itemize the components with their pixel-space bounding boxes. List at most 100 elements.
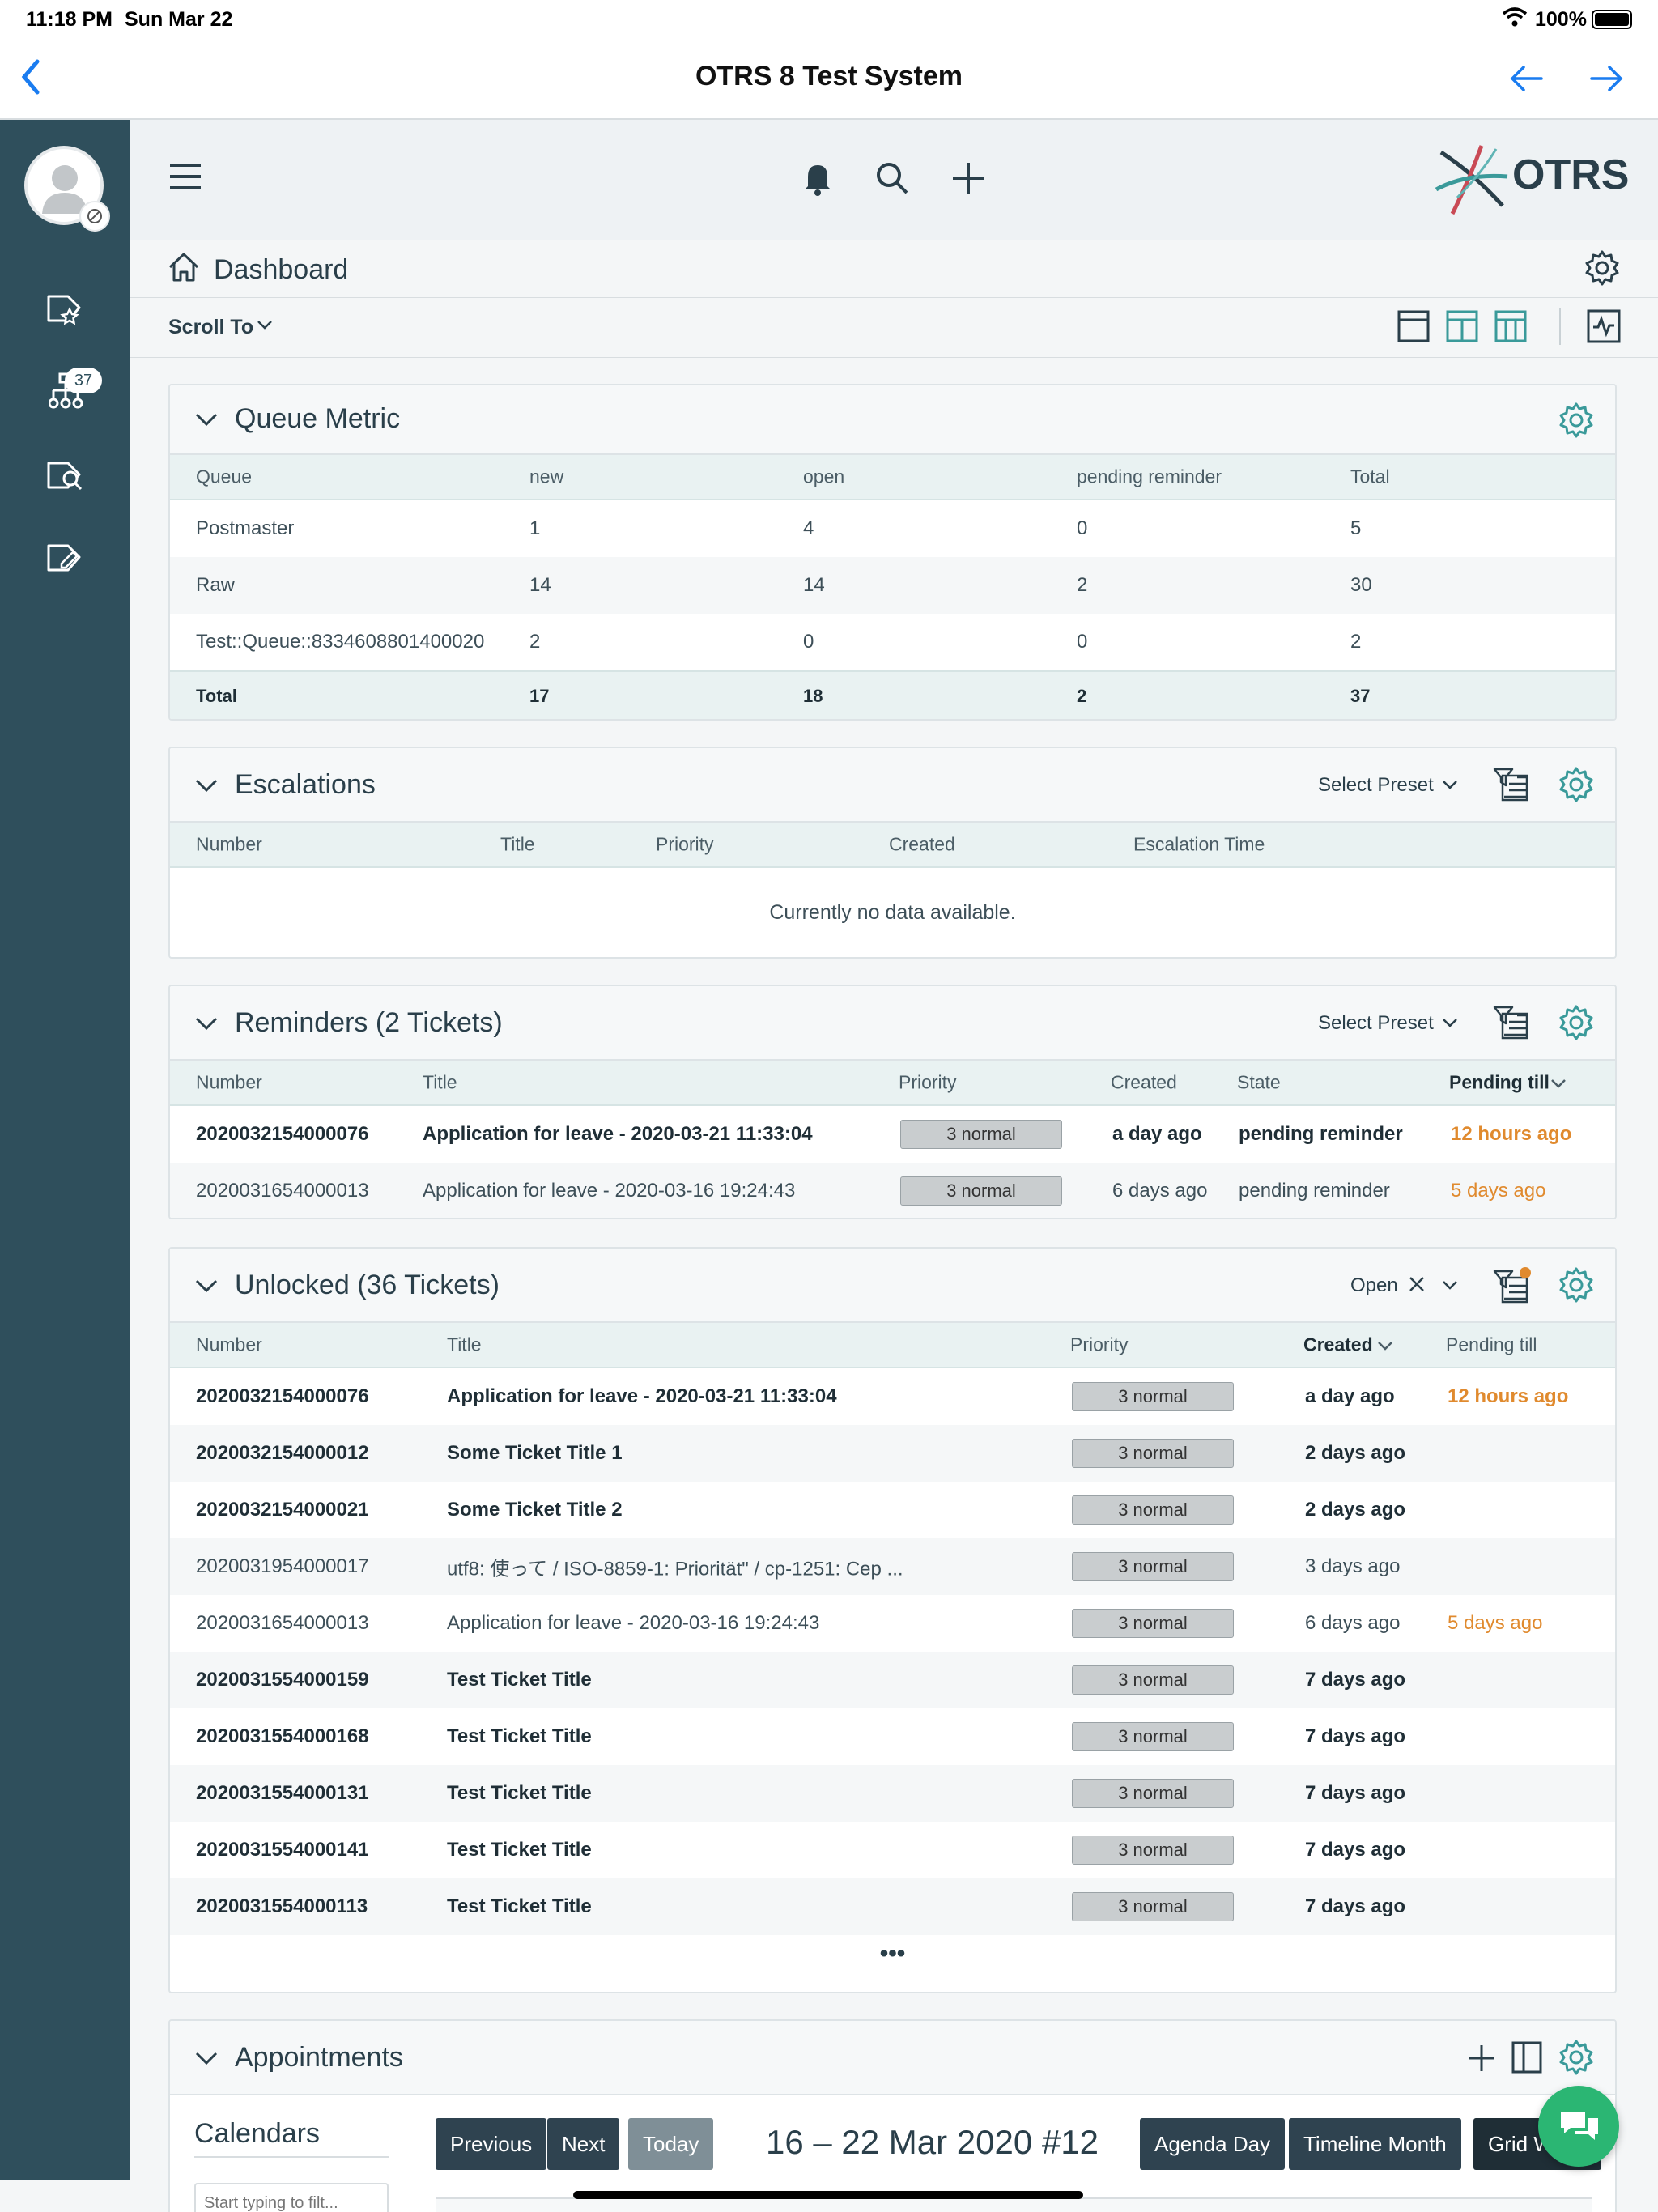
ticket-number[interactable]: 2020032154000076 [196, 1385, 369, 1408]
filter-list-icon[interactable] [1493, 766, 1528, 802]
collapse-chevron-icon[interactable] [194, 410, 219, 429]
table-row[interactable]: 2020031554000113 Test Ticket Title 3 norma… [170, 1878, 1615, 1935]
more-tickets-button[interactable]: ••• [170, 1940, 1615, 1967]
add-icon[interactable] [950, 160, 986, 200]
menu-icon[interactable] [168, 162, 202, 195]
ticket-number[interactable]: 2020031554000159 [196, 1669, 369, 1691]
table-row[interactable]: 2020031554000131 Test Ticket Title 3 norma… [170, 1765, 1615, 1822]
column-header[interactable]: Escalation Time [1133, 834, 1265, 856]
column-header[interactable]: Title [423, 1072, 457, 1094]
count-link[interactable]: 0 [1077, 517, 1087, 540]
layout-one-column-icon[interactable] [1397, 309, 1430, 347]
count-link[interactable]: 14 [529, 574, 551, 597]
column-header[interactable]: State [1237, 1072, 1281, 1094]
table-row[interactable]: 2020031654000013 Application for leave - … [170, 1595, 1615, 1652]
ticket-number[interactable]: 2020031654000013 [196, 1180, 369, 1202]
ticket-title[interactable]: Application for leave - 2020-03-16 19:24… [423, 1180, 795, 1202]
chevron-down-icon[interactable] [256, 316, 274, 338]
scroll-to-dropdown[interactable]: Scroll To [168, 316, 253, 339]
filter-value[interactable]: Open [1350, 1274, 1398, 1297]
ticket-title[interactable]: utf8: 使って / ISO-8859-1: Priorität" / cp-… [447, 1553, 903, 1581]
chevron-down-icon[interactable] [1441, 1014, 1459, 1032]
agenda-day-button[interactable]: Agenda Day [1140, 2118, 1286, 2170]
count-link[interactable]: 2 [529, 631, 540, 653]
ticket-number[interactable]: 2020031954000017 [196, 1555, 369, 1578]
widget-settings-gear-icon[interactable] [1558, 2039, 1595, 2076]
home-icon[interactable] [167, 251, 201, 287]
sort-chevron-down-icon[interactable] [1376, 1337, 1394, 1355]
ticket-title[interactable]: Test Ticket Title [447, 1839, 592, 1861]
ticket-title[interactable]: Test Ticket Title [447, 1669, 592, 1691]
widget-settings-gear-icon[interactable] [1558, 402, 1595, 439]
queue-link[interactable]: Postmaster [196, 517, 294, 540]
ticket-number[interactable]: 2020031554000141 [196, 1839, 369, 1861]
calendar-filter-input[interactable] [194, 2183, 389, 2212]
chevron-down-icon[interactable] [1441, 1276, 1459, 1294]
column-header[interactable]: Total [1350, 466, 1390, 488]
count-link[interactable]: 30 [1350, 574, 1372, 597]
widget-settings-gear-icon[interactable] [1558, 766, 1595, 803]
ticket-title[interactable]: Application for leave - 2020-03-21 11:33… [423, 1123, 813, 1146]
collapse-chevron-icon[interactable] [194, 1014, 219, 1033]
dashboard-settings-gear-icon[interactable] [1584, 249, 1621, 291]
chat-fab-button[interactable] [1538, 2086, 1619, 2167]
ticket-title[interactable]: Test Ticket Title [447, 1895, 592, 1918]
table-row[interactable]: 2020031554000159 Test Ticket Title 3 norma… [170, 1652, 1615, 1708]
avatar[interactable] [24, 146, 110, 232]
count-link[interactable]: 14 [803, 574, 825, 597]
ticket-title[interactable]: Application for leave - 2020-03-16 19:24… [447, 1612, 819, 1635]
chevron-down-icon[interactable] [1441, 776, 1459, 793]
collapse-chevron-icon[interactable] [194, 776, 219, 795]
filter-list-icon[interactable] [1493, 1004, 1528, 1040]
activity-icon[interactable] [1587, 309, 1621, 347]
column-header[interactable]: open [803, 466, 844, 488]
column-header[interactable]: Number [196, 1334, 262, 1356]
select-preset-dropdown[interactable]: Select Preset [1318, 774, 1434, 797]
ticket-title[interactable]: Test Ticket Title [447, 1725, 592, 1748]
timeline-month-button[interactable]: Timeline Month [1289, 2118, 1461, 2170]
ticket-search-icon[interactable] [45, 457, 86, 498]
table-row[interactable]: 2020032154000012 Some Ticket Title 1 3 nor… [170, 1425, 1615, 1482]
collapse-chevron-icon[interactable] [194, 2048, 219, 2068]
ticket-number[interactable]: 2020032154000021 [196, 1499, 369, 1521]
ticket-create-icon[interactable] [45, 539, 86, 581]
table-row[interactable]: 2020031554000141 Test Ticket Title 3 norma… [170, 1822, 1615, 1878]
column-header[interactable]: Title [500, 834, 535, 856]
ticket-title[interactable]: Some Ticket Title 2 [447, 1499, 623, 1521]
column-header[interactable]: Priority [656, 834, 714, 856]
collapse-chevron-icon[interactable] [194, 1276, 219, 1295]
search-icon[interactable] [874, 160, 910, 200]
count-link[interactable]: 0 [803, 631, 814, 653]
ticket-title[interactable]: Some Ticket Title 1 [447, 1442, 623, 1465]
add-appointment-icon[interactable] [1465, 2042, 1498, 2074]
column-header[interactable]: pending reminder [1077, 466, 1222, 488]
table-row[interactable]: Postmaster 1 4 0 5 [170, 500, 1615, 557]
layout-two-column-icon[interactable] [1446, 309, 1478, 347]
ticket-number[interactable]: 2020032154000012 [196, 1442, 369, 1465]
column-header[interactable]: Pending till [1446, 1334, 1537, 1356]
widget-settings-gear-icon[interactable] [1558, 1004, 1595, 1041]
column-header[interactable]: Queue [196, 466, 252, 488]
table-row[interactable]: Raw 14 14 2 30 [170, 557, 1615, 614]
table-row[interactable]: 2020032154000021 Some Ticket Title 2 3 nor… [170, 1482, 1615, 1538]
filter-list-icon[interactable] [1493, 1266, 1532, 1305]
table-row[interactable]: Test::Queue::8334608801400020 2 0 0 2 [170, 614, 1615, 670]
table-row[interactable]: 2020031654000013 Application for leave -… [170, 1163, 1615, 1218]
layout-three-column-icon[interactable] [1494, 309, 1527, 347]
count-link[interactable]: 2 [1077, 574, 1087, 597]
table-row[interactable]: 2020032154000076 Application for leave -… [170, 1106, 1615, 1163]
ticket-title[interactable]: Application for leave - 2020-03-21 11:33… [447, 1385, 837, 1408]
ticket-number[interactable]: 2020032154000076 [196, 1123, 369, 1146]
column-header[interactable]: Created [889, 834, 955, 856]
widget-settings-gear-icon[interactable] [1558, 1266, 1595, 1304]
count-link[interactable]: 2 [1350, 631, 1361, 653]
table-row[interactable]: 2020031554000168 Test Ticket Title 3 norma… [170, 1708, 1615, 1765]
ticket-number[interactable]: 2020031554000168 [196, 1725, 369, 1748]
count-link[interactable]: 4 [803, 517, 814, 540]
column-header[interactable]: new [529, 466, 563, 488]
column-header[interactable]: Title [447, 1334, 482, 1356]
column-header[interactable]: Priority [899, 1072, 957, 1094]
column-header[interactable]: Number [196, 1072, 262, 1094]
column-header[interactable]: Created [1111, 1072, 1177, 1094]
next-button[interactable]: Next [547, 2118, 620, 2170]
